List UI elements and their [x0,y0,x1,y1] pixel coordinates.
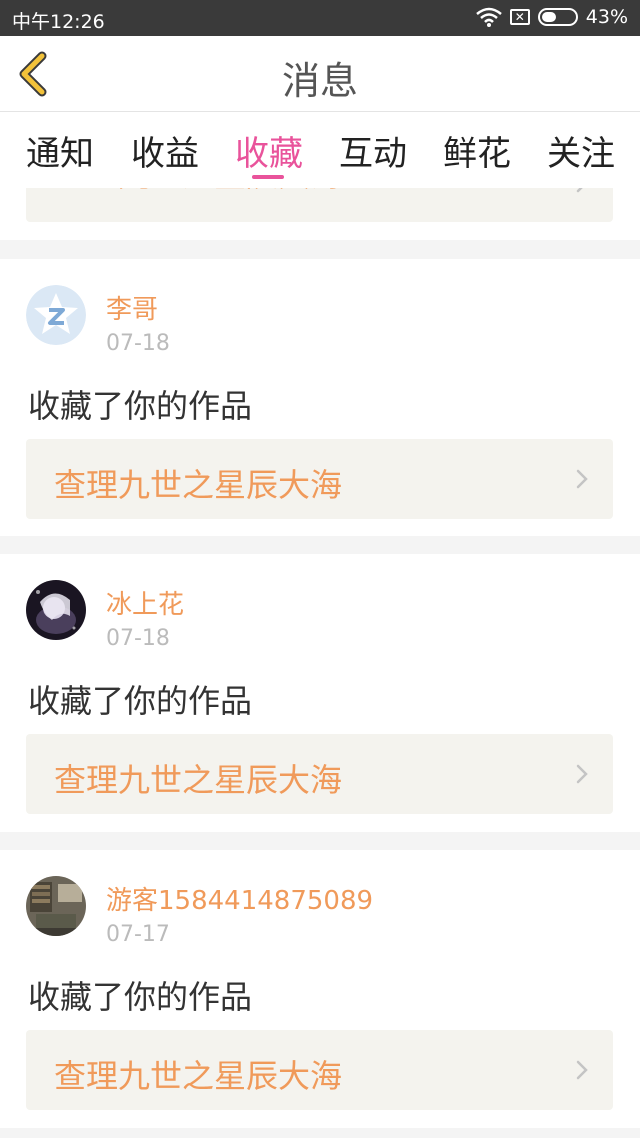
tab-flowers[interactable]: 鲜花 [443,126,511,175]
user-photo-icon [26,580,86,640]
chevron-right-icon [576,469,588,489]
battery-percent: 43% [585,6,628,28]
tab-interactions[interactable]: 互动 [339,126,407,175]
work-link[interactable]: 查理九世之星辰大海 [26,439,613,519]
chevron-right-icon [576,188,583,193]
user-name[interactable]: 游客1584414875089 [106,880,373,917]
chevron-right-icon [576,1060,588,1080]
list-item: 李哥 07-18 收藏了你的作品 查理九世之星辰大海 [0,259,640,536]
tab-favorites[interactable]: 收藏 [235,126,303,175]
user-name[interactable]: 李哥 [106,289,158,326]
work-title: 查理九世之星辰大海 [54,1057,343,1095]
tab-earnings[interactable]: 收益 [131,126,199,175]
status-bar: 中午12:26 ✕ 43% [0,0,640,36]
avatar[interactable] [26,580,86,640]
chevron-right-icon [576,764,588,784]
user-photo-icon [26,876,86,936]
list-item-partial: 查理九世之星辰大海 [0,188,640,240]
message-list[interactable]: 查理九世之星辰大海 李哥 07-18 收藏了你的作品 查理九世之星辰大海 [0,188,640,1138]
avatar[interactable] [26,876,86,936]
header: 消息 [0,36,640,112]
work-title: 查理九世之星辰大海 [54,466,343,504]
user-name[interactable]: 冰上花 [106,584,184,621]
work-link[interactable]: 查理九世之星辰大海 [26,734,613,814]
work-title: 查理九世之星辰大海 [54,188,342,196]
battery-icon [537,8,578,26]
status-time: 中午12:26 [12,11,105,33]
wifi-icon [475,7,502,27]
page-title: 消息 [281,59,358,103]
work-link[interactable]: 查理九世之星辰大海 [26,188,613,222]
tab-follows[interactable]: 关注 [547,126,615,175]
tab-notifications[interactable]: 通知 [26,126,94,175]
action-text: 收藏了你的作品 [28,682,253,720]
message-date: 07-18 [106,331,170,356]
active-tab-indicator [252,175,284,179]
default-avatar-icon [26,285,86,345]
tab-bar: 通知 收益 收藏 互动 鲜花 关注 [0,112,640,188]
message-date: 07-17 [106,922,170,947]
work-link[interactable]: 查理九世之星辰大海 [26,1030,613,1110]
work-title: 查理九世之星辰大海 [54,761,343,799]
action-text: 收藏了你的作品 [28,387,253,425]
status-icons: ✕ 43% [468,6,628,28]
list-item: 游客1584414875089 07-17 收藏了你的作品 查理九世之星辰大海 [0,850,640,1128]
action-text: 收藏了你的作品 [28,978,253,1016]
message-date: 07-18 [106,626,170,651]
sim-icon: ✕ [509,9,530,25]
avatar[interactable] [26,285,86,345]
list-item: 冰上花 07-18 收藏了你的作品 查理九世之星辰大海 [0,554,640,832]
